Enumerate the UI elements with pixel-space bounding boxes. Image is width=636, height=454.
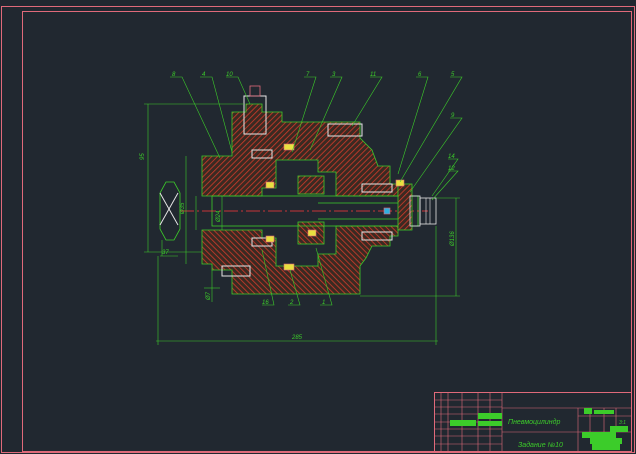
callout-2: 2: [289, 300, 294, 306]
scale-label: 3:1: [619, 420, 626, 426]
dim-right-height: Ø136: [450, 231, 456, 247]
dim-small-width: 37: [162, 250, 169, 256]
callout-11: 11: [370, 72, 376, 78]
cylinder-section[interactable]: [159, 85, 437, 295]
sheet-inner-frame: [22, 11, 632, 452]
dim-overall-length: 285: [291, 335, 303, 341]
piston-upper: [297, 175, 325, 195]
callout-12: 12: [448, 166, 455, 172]
title-block[interactable]: Пневмоцилиндр Задание №10 3:1: [434, 392, 632, 452]
callout-1: 1: [322, 300, 325, 306]
seal-4: [265, 235, 275, 243]
seal-7: [383, 207, 391, 215]
drawing-name: Пневмоцилиндр: [508, 418, 560, 426]
seal-2: [283, 263, 295, 271]
seal-3: [265, 181, 275, 189]
dim-bore-b: Ø24: [216, 210, 222, 223]
dim-vertical-small: Ø7: [206, 291, 212, 301]
callout-16: 16: [262, 300, 269, 306]
seal-5: [307, 229, 317, 237]
top-bolt-head: [249, 85, 261, 97]
seal-1: [283, 143, 295, 151]
dim-left-height: 95: [140, 153, 146, 160]
dim-bore-a: Ø35: [180, 202, 186, 215]
seal-6: [395, 179, 405, 187]
cad-canvas[interactable]: 8 4 10 7 3 11 6 5 9 14 12 16 2 1 95 Ø35: [0, 0, 636, 454]
callout-14: 14: [448, 154, 455, 160]
assignment-label: Задание №10: [518, 441, 563, 449]
callout-10: 10: [226, 72, 233, 78]
